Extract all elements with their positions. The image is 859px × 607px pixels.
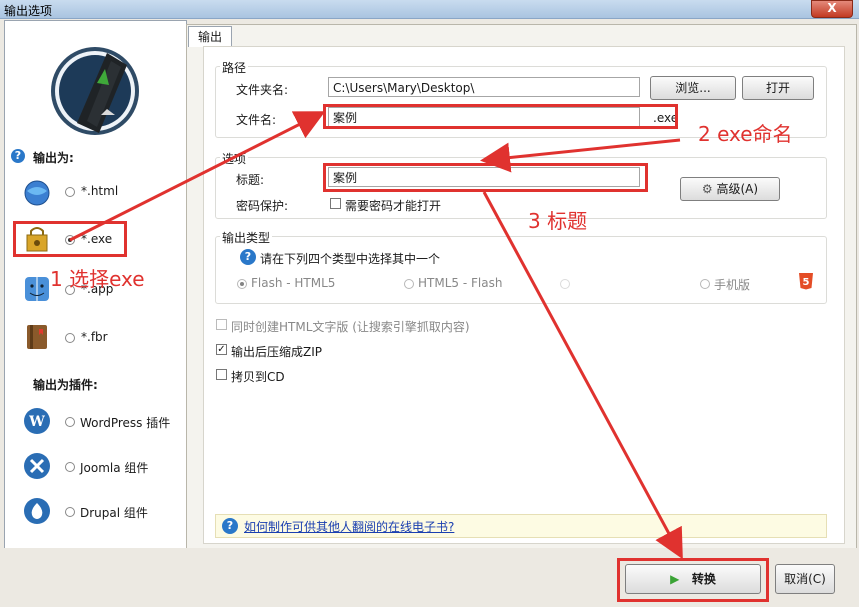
output-type-group	[215, 236, 827, 304]
folder-field[interactable]: C:\Users\Mary\Desktop\	[328, 77, 640, 97]
html-text-checkbox[interactable]	[216, 319, 227, 330]
info-icon: ?	[240, 249, 256, 265]
wordpress-icon: W	[24, 408, 50, 434]
password-checkbox-label: 需要密码才能打开	[345, 199, 442, 213]
html5-icon: 5	[799, 273, 813, 290]
joomla-icon	[24, 453, 50, 479]
help-link[interactable]: 如何制作可供其他人翻阅的在线电子书?	[244, 518, 454, 535]
globe-icon	[24, 180, 50, 206]
type-flash-html5-label: Flash - HTML5	[251, 276, 336, 290]
format-html-item[interactable]: *.html	[23, 177, 163, 207]
title-highlight	[323, 163, 648, 192]
html-text-label: 同时创建HTML文字版 (让搜索引擎抓取内容)	[231, 320, 470, 334]
format-fbr-radio[interactable]	[65, 333, 75, 343]
zip-checkbox[interactable]: ✓	[216, 344, 227, 355]
plugin-wordpress-item[interactable]: W WordPress 插件	[23, 407, 181, 437]
book-icon	[27, 325, 47, 349]
password-label: 密码保护:	[236, 199, 289, 213]
filename-highlight	[323, 104, 678, 129]
tab-output[interactable]: 输出	[188, 26, 232, 47]
convert-button[interactable]: ▶ 转换	[625, 564, 761, 594]
cd-checkbox[interactable]	[216, 369, 227, 380]
plugin-drupal-radio[interactable]	[65, 507, 75, 517]
help-icon: ?	[222, 518, 238, 534]
close-button[interactable]: X	[811, 0, 853, 18]
app-logo	[51, 47, 139, 135]
type-html5-flash-radio[interactable]	[404, 279, 414, 289]
zip-label: 输出后压缩成ZIP	[231, 345, 322, 359]
type-mobile-radio[interactable]	[700, 279, 710, 289]
svg-text:W: W	[28, 414, 45, 430]
output-type-hint: 请在下列四个类型中选择其中一个	[260, 252, 441, 266]
browse-button[interactable]: 浏览...	[650, 76, 736, 100]
path-group-label: 路径	[220, 59, 249, 76]
folder-label: 文件夹名:	[236, 83, 289, 97]
plugins-heading: 输出为插件:	[33, 378, 98, 392]
format-html-radio[interactable]	[65, 187, 75, 197]
title-label: 标题:	[236, 173, 265, 187]
cd-label: 拷贝到CD	[231, 370, 285, 384]
annotation-step3: 3 标题	[528, 209, 588, 233]
open-button[interactable]: 打开	[742, 76, 814, 100]
gear-icon: ⚙	[701, 182, 713, 196]
format-fbr-item[interactable]: *.fbr	[23, 323, 163, 353]
advanced-button[interactable]: ⚙ 高级(A)	[680, 177, 780, 201]
type-flash-html5-radio[interactable]	[237, 279, 247, 289]
filename-label: 文件名:	[236, 113, 277, 127]
type-mobile-label: 手机版	[714, 278, 751, 292]
finder-icon	[25, 277, 49, 301]
plugin-joomla-radio[interactable]	[65, 462, 75, 472]
annotation-step1: 1 选择exe	[50, 267, 145, 291]
options-group-label: 选项	[220, 150, 249, 167]
window-title: 输出选项	[4, 4, 53, 18]
type-html5-flash-label: HTML5 - Flash	[418, 276, 503, 290]
output-type-label: 输出类型	[220, 229, 273, 246]
plugin-wordpress-radio[interactable]	[65, 417, 75, 427]
type-third-radio[interactable]	[560, 279, 570, 289]
plugin-joomla-item[interactable]: Joomla 组件	[23, 452, 181, 482]
play-icon: ▶	[670, 572, 680, 586]
annotation-step2: 2 exe命名	[698, 122, 793, 146]
drupal-icon	[24, 498, 50, 524]
cancel-button[interactable]: 取消(C)	[775, 564, 835, 594]
plugin-drupal-item[interactable]: Drupal 组件	[23, 497, 181, 527]
help-icon: ?	[11, 149, 25, 163]
format-exe-radio[interactable]	[65, 235, 75, 245]
package-icon	[26, 227, 48, 252]
format-exe-item[interactable]: *.exe	[23, 225, 163, 255]
svg-text:5: 5	[803, 277, 810, 288]
window-titlebar: 输出选项 X	[0, 0, 859, 19]
help-bar: ? 如何制作可供其他人翻阅的在线电子书?	[215, 514, 827, 538]
password-checkbox[interactable]	[330, 198, 341, 209]
